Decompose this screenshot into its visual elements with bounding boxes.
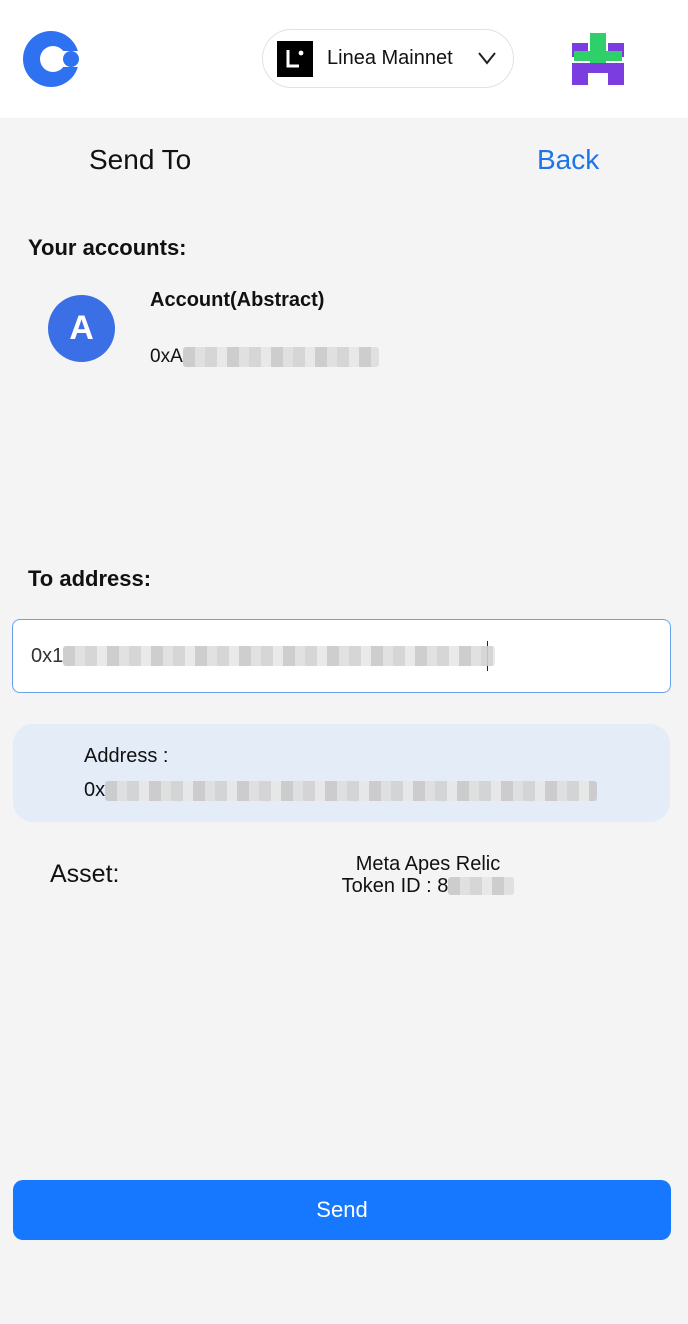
back-link[interactable]: Back: [537, 144, 599, 176]
account-avatar: A: [48, 295, 115, 362]
linea-icon: [277, 40, 313, 77]
redacted-token-id: [448, 877, 515, 895]
redacted-address: [182, 347, 379, 367]
chevron-down-icon: [478, 52, 496, 65]
account-address: 0xA: [150, 346, 379, 368]
network-name: Linea Mainnet: [327, 47, 453, 69]
asset-label: Asset:: [50, 860, 120, 888]
token-id-line: Token ID : 8: [328, 875, 528, 897]
token-id-text: Token ID : 8: [341, 875, 449, 897]
address-card-value: 0x: [84, 779, 598, 802]
asset-name: Meta Apes Relic: [355, 853, 501, 875]
app-logo-icon[interactable]: [20, 28, 82, 90]
send-button[interactable]: Send: [13, 1180, 671, 1240]
account-address-text: 0xA: [150, 346, 183, 367]
to-address-value: 0x1: [31, 644, 64, 667]
profile-logo-icon[interactable]: [570, 31, 626, 87]
address-card-value-text: 0x: [84, 779, 106, 801]
network-selector[interactable]: Linea Mainnet: [262, 29, 514, 88]
account-name: Account(Abstract): [150, 289, 325, 311]
address-card-label: Address :: [84, 745, 169, 767]
your-accounts-label: Your accounts:: [28, 235, 187, 260]
redacted-address: [63, 646, 496, 666]
to-address-label: To address:: [28, 566, 152, 591]
to-address-input[interactable]: 0x1: [12, 619, 671, 693]
top-header: Linea Mainnet: [0, 0, 688, 118]
asset-info: Meta Apes Relic Token ID : 8: [328, 853, 528, 897]
redacted-address: [105, 780, 598, 801]
page-title: Send To: [89, 144, 192, 175]
address-card: Address : 0x: [13, 724, 670, 822]
